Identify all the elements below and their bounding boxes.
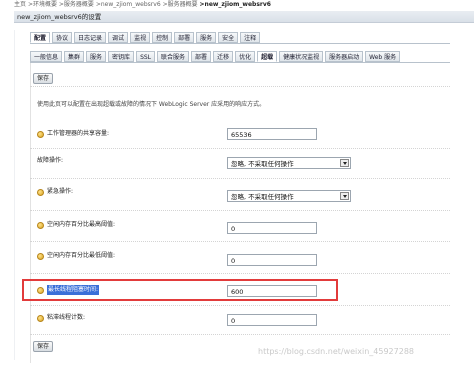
tab-keystores[interactable]: 密钥库 — [108, 51, 135, 62]
failure-action-select[interactable]: 忽略, 不采取任何操作 — [227, 157, 351, 169]
breadcrumb: 主页 >环境概要 >服务器概要 >new_zjiom_websrv6 >服务器概… — [14, 0, 464, 10]
tab-overload[interactable]: 超载 — [257, 51, 278, 62]
panic-action-label: 紧急操作: — [37, 187, 73, 197]
breadcrumb-item[interactable]: >服务器概要 — [59, 1, 94, 8]
primary-tab-divider — [30, 43, 450, 44]
shared-capacity-label: 工作管理器的共享容量: — [37, 129, 109, 139]
page-title: new_zjiom_websrv6的设置 — [17, 13, 102, 21]
breadcrumb-item[interactable]: >环境概要 — [28, 1, 57, 8]
tab-migration[interactable]: 迁移 — [213, 51, 234, 62]
tab-general[interactable]: 一般信息 — [30, 51, 63, 62]
failure-action-label: 故障操作: — [37, 157, 64, 164]
info-icon — [37, 252, 44, 260]
tab-federation-services[interactable]: 联合服务 — [157, 51, 190, 62]
tab-health-monitoring[interactable]: 健康状况监视 — [279, 51, 324, 62]
tab-services-sub[interactable]: 服务 — [86, 51, 107, 62]
tab-configuration[interactable]: 配置 — [30, 32, 51, 43]
breadcrumb-current: >new_zjiom_websrv6 — [199, 1, 271, 8]
secondary-tab-bar: 一般信息 集群 服务 密钥库 SSL 联合服务 部署 迁移 优化 超载 健康状况… — [30, 51, 402, 62]
info-icon — [37, 314, 44, 322]
divider — [30, 210, 450, 211]
page-description: 使用此页可以配置在出现超载或故障的情况下 WebLogic Server 应采用… — [37, 101, 266, 108]
breadcrumb-item[interactable]: >new_zjiom_websrv6 — [96, 1, 161, 8]
tab-server-start[interactable]: 服务器启动 — [325, 51, 364, 62]
breadcrumb-item[interactable]: >服务器概要 — [163, 1, 198, 8]
tab-control[interactable]: 控制 — [152, 32, 173, 43]
free-memory-high-input[interactable]: 0 — [227, 222, 317, 234]
tab-tuning[interactable]: 优化 — [235, 51, 256, 62]
settings-title-bar: new_zjiom_websrv6的设置 — [14, 11, 474, 23]
info-icon — [37, 188, 44, 196]
watermark: https://blog.csdn.net/weixin_45927288 — [258, 347, 415, 356]
info-icon — [37, 130, 44, 138]
divider — [30, 273, 450, 274]
save-button-top[interactable]: 保存 — [33, 73, 54, 84]
tab-ssl[interactable]: SSL — [136, 51, 156, 62]
tab-deployments[interactable]: 部署 — [174, 32, 195, 43]
chevron-down-icon[interactable] — [340, 192, 349, 200]
tab-web-services[interactable]: Web 服务 — [365, 51, 401, 62]
left-gutter-line — [14, 30, 15, 360]
stuck-thread-count-label: 粘滞线程计数: — [37, 313, 85, 323]
divider — [30, 241, 450, 242]
primary-tab-bar: 配置 协议 日志记录 调试 监视 控制 部署 服务 安全 注释 — [30, 32, 262, 43]
tab-logging[interactable]: 日志记录 — [74, 32, 107, 43]
divider — [30, 334, 450, 335]
info-icon — [37, 221, 44, 229]
free-memory-low-label: 空闲内存百分比最低阈值: — [37, 251, 115, 261]
tab-services[interactable]: 服务 — [196, 32, 217, 43]
tab-cluster[interactable]: 集群 — [64, 51, 85, 62]
divider — [30, 148, 450, 149]
tab-monitoring[interactable]: 监视 — [130, 32, 151, 43]
tab-security[interactable]: 安全 — [218, 32, 239, 43]
panic-action-select[interactable]: 忽略, 不采取任何操作 — [227, 190, 351, 202]
shared-capacity-input[interactable]: 65536 — [227, 128, 317, 140]
divider — [30, 178, 450, 179]
free-memory-low-input[interactable]: 0 — [227, 254, 317, 266]
divider — [30, 305, 450, 306]
chevron-down-icon[interactable] — [340, 159, 349, 167]
breadcrumb-item[interactable]: 主页 — [14, 1, 26, 8]
tab-notes[interactable]: 注释 — [240, 32, 261, 43]
save-button-bottom[interactable]: 保存 — [33, 341, 54, 352]
tab-debug[interactable]: 调试 — [108, 32, 129, 43]
highlight-box — [22, 279, 338, 301]
tab-protocols[interactable]: 协议 — [52, 32, 73, 43]
stuck-thread-count-input[interactable]: 0 — [227, 314, 317, 326]
divider — [30, 86, 450, 87]
tab-deployment-sub[interactable]: 部署 — [191, 51, 212, 62]
free-memory-high-label: 空闲内存百分比最高阈值: — [37, 220, 115, 230]
